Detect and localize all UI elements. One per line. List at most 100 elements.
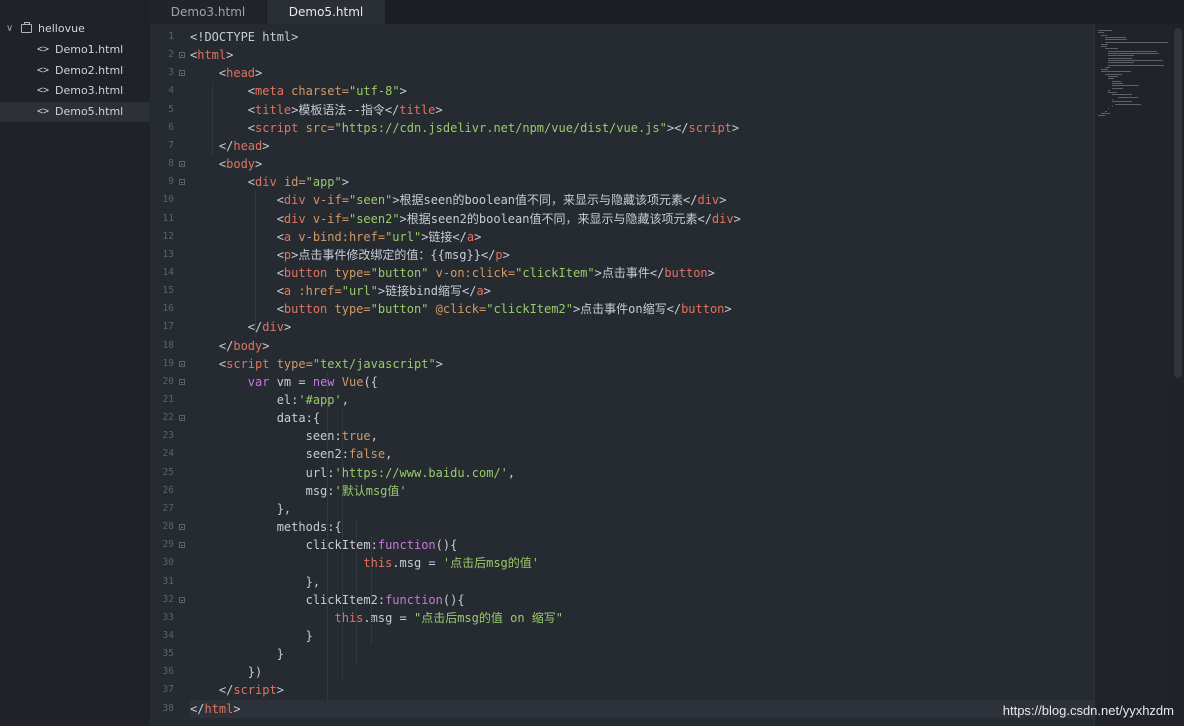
- code-token: div: [697, 193, 720, 208]
- line-number: 26: [162, 484, 174, 496]
- fold-toggle-icon[interactable]: [179, 70, 185, 77]
- code-line[interactable]: el:'#app',: [190, 391, 349, 409]
- code-line[interactable]: <button type="button" v-on:click="clickI…: [190, 264, 715, 282]
- code-line[interactable]: var vm = new Vue({: [190, 373, 378, 391]
- vertical-scrollbar[interactable]: [1172, 24, 1184, 726]
- code-line[interactable]: this.msg = "点击后msg的值 on 缩写": [190, 609, 564, 627]
- code-line[interactable]: <button type="button" @click="clickItem2…: [190, 300, 732, 318]
- code-token: (){: [442, 592, 465, 607]
- code-token: >点击事件on缩写</: [572, 302, 682, 317]
- code-line[interactable]: seen:true,: [190, 427, 378, 445]
- line-number: 25: [162, 466, 174, 478]
- code-token: script: [688, 120, 732, 135]
- line-number: 34: [162, 629, 174, 641]
- fold-toggle-icon[interactable]: [179, 542, 185, 549]
- code-line[interactable]: <head>: [190, 64, 262, 82]
- code-line[interactable]: <title>模板语法--指令</title>: [190, 101, 443, 119]
- tree-file-item[interactable]: <> Demo2.html: [0, 61, 150, 81]
- minimap-line: [1108, 55, 1134, 57]
- tree-folder-hellovue[interactable]: ∨ hellovue: [0, 19, 150, 39]
- line-number: 19: [162, 357, 174, 369]
- code-token: (){: [435, 538, 458, 553]
- code-line[interactable]: }: [190, 645, 284, 663]
- fold-toggle-icon[interactable]: [179, 360, 185, 367]
- code-token: '#app': [298, 393, 342, 407]
- code-token: >链接</: [421, 229, 467, 244]
- code-token: <: [190, 102, 256, 117]
- scrollbar-thumb[interactable]: [1174, 28, 1182, 378]
- minimap-line: [1104, 36, 1126, 38]
- code-line[interactable]: <div id="app">: [190, 173, 349, 191]
- code-line[interactable]: </html>: [190, 699, 1094, 718]
- code-line[interactable]: },: [190, 573, 320, 591]
- chevron-down-icon[interactable]: ∨: [6, 19, 13, 39]
- code-token: ({: [363, 374, 378, 389]
- code-token: <: [190, 229, 284, 244]
- fold-toggle-icon[interactable]: [179, 161, 185, 168]
- code-token: >: [255, 157, 263, 172]
- code-line[interactable]: clickItem:function(){: [190, 536, 458, 554]
- code-line[interactable]: <div v-if="seen2">根据seen2的boolean值不同，来显示…: [190, 210, 741, 228]
- code-editor[interactable]: 1 2 3 4 5 6 7 8 9 10 11 12 13 14 15 16 17 18 19 20 21 22 23 24 2…: [150, 24, 1094, 726]
- fold-toggle-icon[interactable]: [179, 179, 185, 186]
- minimap-line: [1108, 76, 1118, 77]
- code-line[interactable]: <html>: [190, 46, 233, 64]
- fold-toggle-icon[interactable]: [179, 378, 185, 385]
- minimap-line: [1101, 69, 1109, 71]
- code-token: v-if=: [305, 193, 349, 208]
- code-line[interactable]: </head>: [190, 137, 270, 155]
- code-line[interactable]: seen2:false,: [190, 445, 393, 463]
- code-line[interactable]: <p>点击事件修改绑定的值：{{msg}}</p>: [190, 246, 510, 264]
- code-line[interactable]: }: [190, 627, 313, 645]
- code-token: >: [435, 102, 443, 117]
- code-token: title: [399, 102, 436, 117]
- code-line[interactable]: <script src="https://cdn.jsdelivr.net/np…: [190, 119, 739, 137]
- tree-file-item[interactable]: <> Demo5.html: [0, 101, 150, 122]
- line-number: 9: [168, 176, 174, 188]
- code-token: '点击后msg的值': [442, 556, 539, 571]
- code-token: meta: [255, 84, 284, 99]
- code-line[interactable]: url:'https://www.baidu.com/',: [190, 464, 516, 482]
- tab-demo5[interactable]: Demo5.html: [267, 0, 385, 24]
- code-token: <: [190, 284, 284, 299]
- code-line[interactable]: </script>: [190, 681, 284, 699]
- code-line[interactable]: </body>: [190, 337, 270, 355]
- code-line[interactable]: methods:{: [190, 518, 342, 536]
- code-line[interactable]: },: [190, 500, 291, 518]
- fold-toggle-icon[interactable]: [179, 596, 185, 603]
- code-token: this: [363, 556, 393, 571]
- code-token: url:: [190, 465, 335, 480]
- tab-demo3[interactable]: Demo3.html: [150, 0, 266, 24]
- minimap-line: [1098, 32, 1104, 34]
- minimap-line: [1104, 66, 1111, 68]
- code-file-icon: <>: [37, 105, 50, 117]
- code-line[interactable]: <meta charset="utf-8">: [190, 82, 407, 100]
- code-line[interactable]: msg:'默认msg值': [190, 482, 407, 500]
- code-token: div: [255, 175, 277, 190]
- code-line[interactable]: <a v-bind:href="url">链接</a>: [190, 228, 482, 246]
- code-token: button: [283, 265, 328, 280]
- tree-file-item[interactable]: <> Demo3.html: [0, 81, 150, 101]
- fold-toggle-icon[interactable]: [179, 52, 185, 59]
- code-token: v-on:click=: [428, 265, 516, 280]
- code-line[interactable]: </div>: [190, 318, 291, 336]
- minimap-line: [1101, 34, 1108, 36]
- minimap[interactable]: [1094, 24, 1173, 726]
- minimap-line: [1101, 71, 1131, 73]
- code-token: >: [483, 284, 491, 299]
- code-line[interactable]: data:{: [190, 409, 320, 427]
- code-line[interactable]: <a :href="url">链接bind缩写</a>: [190, 282, 491, 300]
- fold-toggle-icon[interactable]: [179, 524, 185, 531]
- code-line[interactable]: <script type="text/javascript">: [190, 355, 443, 373]
- code-line[interactable]: <body>: [190, 155, 262, 173]
- code-line[interactable]: this.msg = '点击后msg的值': [190, 554, 539, 572]
- code-token: msg:: [190, 483, 335, 498]
- code-line[interactable]: <!DOCTYPE html>: [190, 28, 298, 46]
- minimap-line: [1101, 46, 1108, 48]
- tree-file-item[interactable]: <> Demo1.html: [0, 40, 150, 60]
- code-line[interactable]: <div v-if="seen">根据seen的boolean值不同，来显示与隐…: [190, 191, 727, 209]
- code-token: >: [262, 338, 270, 353]
- code-line[interactable]: }): [190, 663, 262, 681]
- line-number: 12: [162, 230, 174, 242]
- fold-toggle-icon[interactable]: [179, 415, 185, 422]
